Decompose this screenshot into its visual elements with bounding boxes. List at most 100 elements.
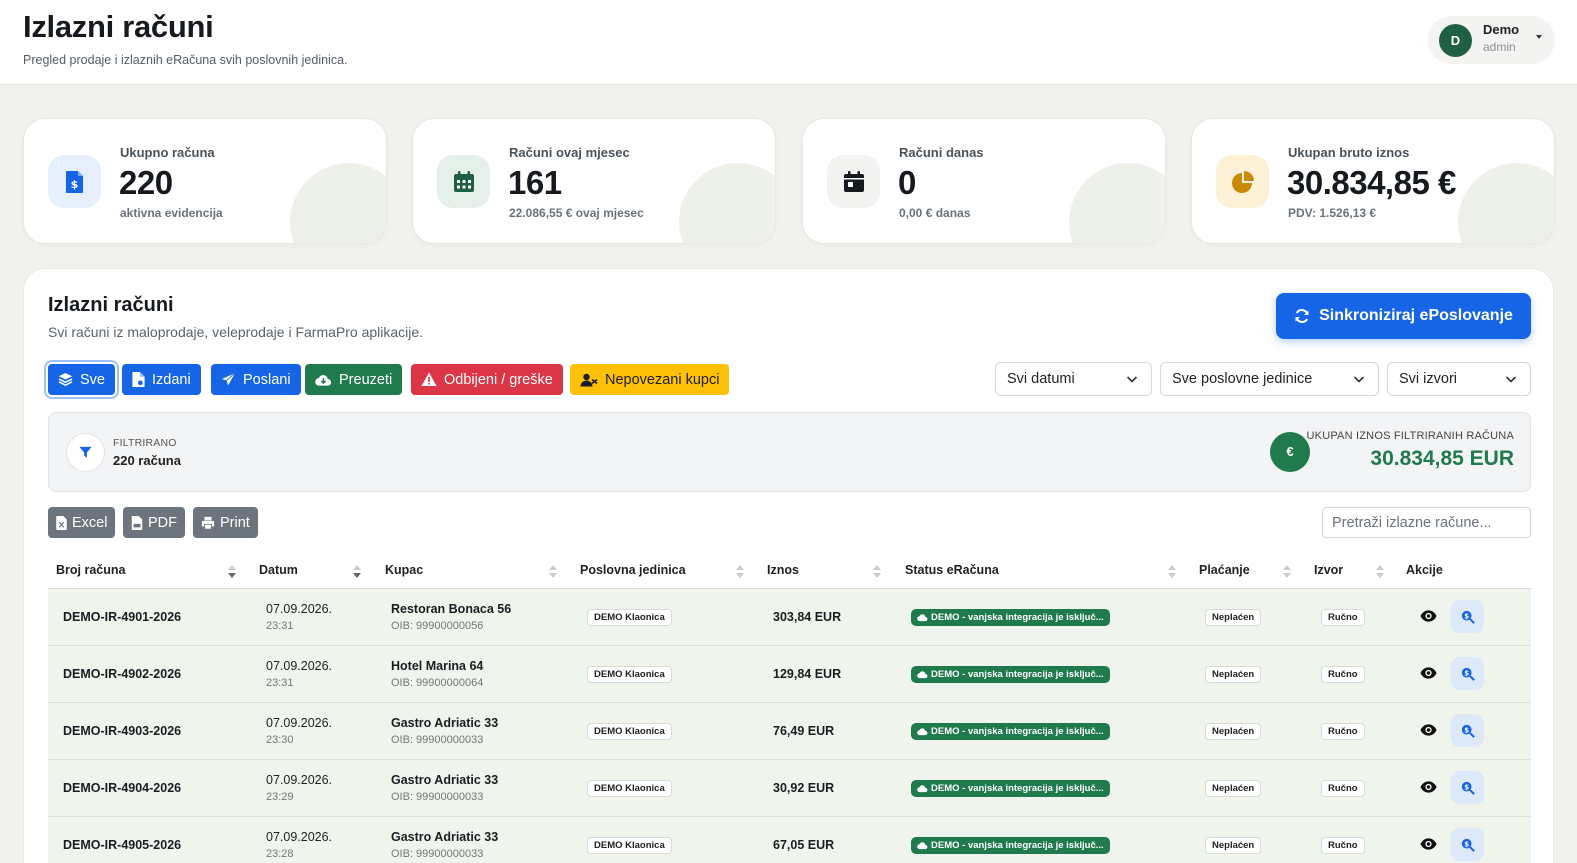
view-eye-icon[interactable] (1420, 609, 1437, 623)
export-pdf-button[interactable]: PDF (123, 507, 185, 538)
einvoice-status-badge: DEMO - vanjska integracija je isključ... (911, 723, 1110, 740)
filter-summary: FILTRIRANO 220 računa € UKUPAN IZNOS FIL… (48, 412, 1531, 492)
stat-card-gross-amount: Ukupan bruto iznos 30.834,85 € PDV: 1.52… (1191, 118, 1555, 244)
user-name: Demo (1483, 22, 1520, 37)
filter-unlinked-customers-button[interactable]: Nepovezani kupci (570, 364, 730, 395)
layers-icon (58, 372, 73, 386)
top-bar: Izlazni računi Pregled prodaje i izlazni… (0, 0, 1577, 85)
sort-icon[interactable] (1283, 565, 1291, 579)
customer-name: Hotel Marina 64 (391, 659, 484, 673)
chevron-down-icon (1353, 376, 1365, 383)
filter-issued-button[interactable]: Izdani (122, 364, 201, 395)
invoice-number: DEMO-IR-4903-2026 (63, 724, 182, 738)
svg-text:$: $ (1464, 669, 1469, 677)
inspect-button[interactable]: $ (1451, 828, 1484, 861)
status-text: DEMO - vanjska integracija je isključ... (931, 783, 1104, 794)
stat-label: Računi ovaj mjesec (509, 145, 630, 160)
inspect-button[interactable]: $ (1451, 714, 1484, 747)
business-unit-select[interactable]: Sve poslovne jedinice (1160, 362, 1379, 396)
filtered-label: FILTRIRANO (113, 437, 177, 449)
column-header-unit[interactable]: Poslovna jedinica (580, 563, 686, 577)
stat-label: Ukupan bruto iznos (1288, 145, 1410, 160)
filter-rejected-button[interactable]: Odbijeni / greške (411, 364, 563, 395)
source-filter-select[interactable]: Svi izvori (1387, 362, 1531, 396)
table-row[interactable]: DEMO-IR-4905-2026 07.09.2026. 23:28 Gast… (48, 817, 1531, 863)
stat-value: 0 (898, 164, 916, 201)
sort-icon[interactable] (228, 565, 236, 579)
view-eye-icon[interactable] (1420, 723, 1437, 737)
invoices-panel: Izlazni računi Svi računi iz maloprodaje… (23, 268, 1554, 863)
calendar-day-icon (827, 155, 880, 208)
sort-icon[interactable] (873, 565, 881, 579)
status-text: DEMO - vanjska integracija je isključ... (931, 612, 1104, 623)
stat-value: 161 (508, 164, 562, 201)
filter-all-button[interactable]: Sve (48, 364, 115, 395)
stat-card-today-invoices: Računi danas 0 0,00 € danas (802, 118, 1166, 244)
filter-sent-button[interactable]: Poslani (211, 364, 301, 395)
sort-icon[interactable] (353, 565, 361, 579)
source-badge: Ručno (1321, 723, 1365, 740)
invoice-date: 07.09.2026. (266, 659, 333, 673)
customer-name: Restoran Bonaca 56 (391, 602, 512, 616)
customer-name: Gastro Adriatic 33 (391, 716, 499, 730)
view-eye-icon[interactable] (1420, 780, 1437, 794)
column-header-payment[interactable]: Plaćanje (1199, 563, 1250, 577)
sort-icon[interactable] (736, 565, 744, 579)
stat-subtext: 22.086,55 € ovaj mjesec (509, 206, 644, 220)
sort-icon[interactable] (1168, 565, 1176, 579)
invoice-time: 23:29 (266, 791, 294, 803)
payment-badge: Neplaćen (1205, 723, 1262, 740)
table-header: Broj računa Datum Kupac Poslovna jedinic… (48, 555, 1531, 589)
card-decoration (290, 163, 386, 243)
stat-card-total-invoices: $ Ukupno računa 220 aktivna evidencija (23, 118, 387, 244)
cloud-download-icon (315, 374, 332, 386)
sort-icon[interactable] (549, 565, 557, 579)
search-input[interactable]: Pretraži izlazne račune... (1322, 507, 1531, 538)
export-excel-button[interactable]: Excel (48, 507, 116, 538)
status-text: DEMO - vanjska integracija je isključ... (931, 726, 1104, 737)
chevron-down-icon (1126, 376, 1138, 383)
filtered-total-label: UKUPAN IZNOS FILTRIRANIH RAČUNA (1306, 430, 1514, 442)
view-eye-icon[interactable] (1420, 666, 1437, 680)
column-header-status[interactable]: Status eRačuna (905, 563, 999, 577)
filter-label: Sve (80, 371, 105, 388)
einvoice-status-badge: DEMO - vanjska integracija je isključ... (911, 780, 1110, 797)
column-header-amount[interactable]: Iznos (767, 563, 799, 577)
print-button[interactable]: Print (193, 507, 258, 538)
invoice-amount: 129,84 EUR (773, 667, 842, 681)
filter-label: Izdani (152, 371, 191, 388)
invoice-date: 07.09.2026. (266, 773, 333, 787)
invoice-number: DEMO-IR-4901-2026 (63, 610, 182, 624)
sort-icon[interactable] (1376, 565, 1384, 579)
column-header-date[interactable]: Datum (259, 563, 298, 577)
inspect-button[interactable]: $ (1451, 771, 1484, 804)
user-role: admin (1483, 40, 1516, 54)
page-title: Izlazni računi (23, 9, 214, 44)
filter-label: Preuzeti (339, 371, 393, 388)
table-row[interactable]: DEMO-IR-4901-2026 07.09.2026. 23:31 Rest… (48, 589, 1531, 646)
export-label: PDF (148, 514, 177, 531)
invoice-time: 23:28 (266, 848, 294, 860)
column-header-number[interactable]: Broj računa (56, 563, 125, 577)
column-header-source[interactable]: Izvor (1314, 563, 1343, 577)
column-header-customer[interactable]: Kupac (385, 563, 423, 577)
pie-chart-icon (1216, 155, 1269, 208)
einvoice-status-badge: DEMO - vanjska integracija je isključ... (911, 666, 1110, 683)
svg-text:$: $ (1464, 840, 1469, 848)
date-filter-select[interactable]: Svi datumi (995, 362, 1152, 396)
column-header-actions: Akcije (1406, 563, 1443, 577)
filter-downloaded-button[interactable]: Preuzeti (305, 364, 403, 395)
sync-label: Sinkroniziraj ePoslovanje (1319, 307, 1513, 324)
table-row[interactable]: DEMO-IR-4902-2026 07.09.2026. 23:31 Hote… (48, 646, 1531, 703)
sync-eposlovanje-button[interactable]: Sinkroniziraj ePoslovanje (1276, 293, 1531, 339)
view-eye-icon[interactable] (1420, 837, 1437, 851)
payment-badge: Neplaćen (1205, 609, 1262, 626)
inspect-button[interactable]: $ (1451, 600, 1484, 633)
table-row[interactable]: DEMO-IR-4904-2026 07.09.2026. 23:29 Gast… (48, 760, 1531, 817)
customer-name: Gastro Adriatic 33 (391, 773, 499, 787)
table-row[interactable]: DEMO-IR-4903-2026 07.09.2026. 23:30 Gast… (48, 703, 1531, 760)
user-menu[interactable]: D Demo admin (1428, 16, 1555, 64)
payment-badge: Neplaćen (1205, 666, 1262, 683)
inspect-button[interactable]: $ (1451, 657, 1484, 690)
stat-subtext: 0,00 € danas (899, 206, 971, 220)
